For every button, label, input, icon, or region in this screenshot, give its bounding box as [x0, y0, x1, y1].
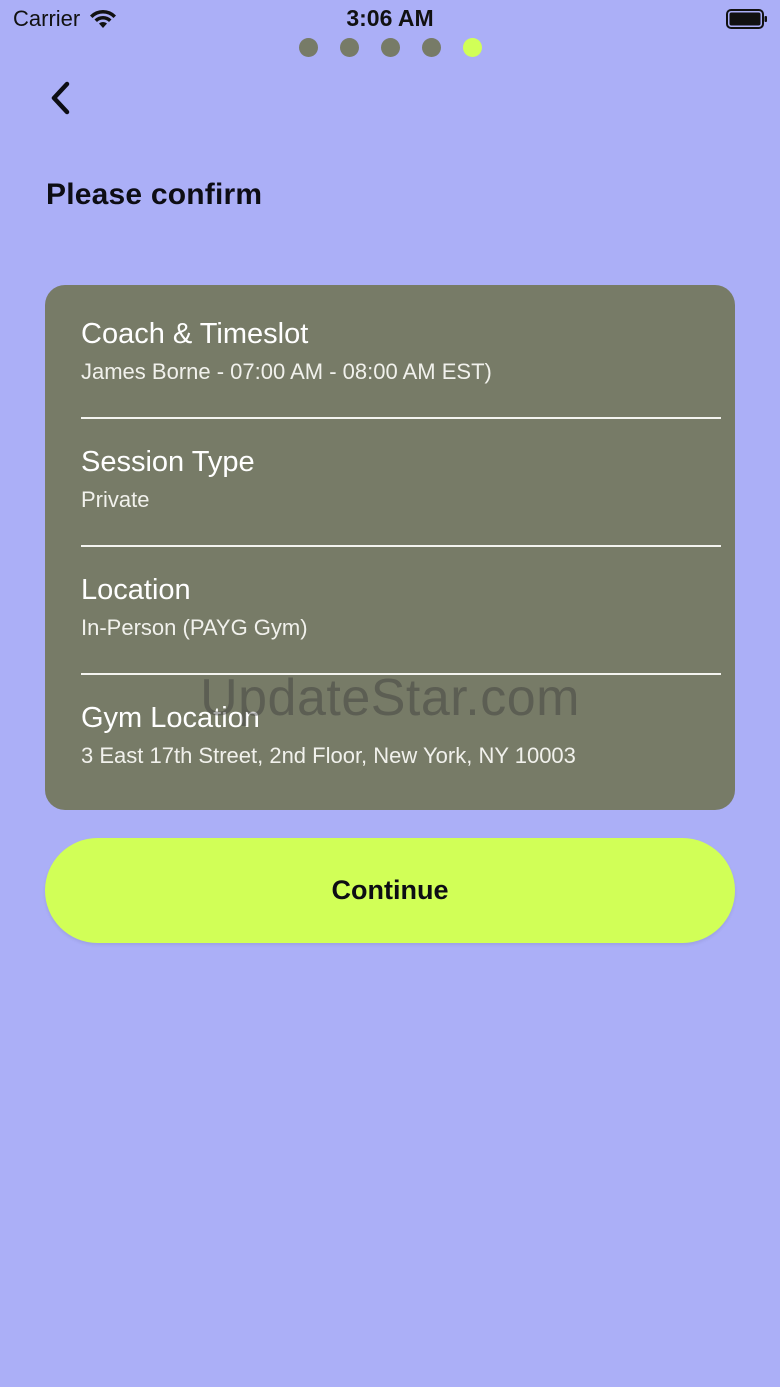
summary-item-label: Coach & Timeslot: [81, 318, 309, 350]
summary-item-gym-location: Gym Location 3 East 17th Street, 2nd Flo…: [81, 701, 721, 769]
step-dot-active: [462, 38, 482, 57]
summary-item-location: Location In-Person (PAYG Gym): [81, 573, 721, 641]
step-dot: [298, 38, 318, 57]
confirmation-card: Coach & Timeslot James Borne - 07:00 AM …: [45, 285, 735, 810]
step-dot: [339, 38, 359, 57]
chevron-left-icon: [51, 81, 70, 115]
battery-icon: [726, 9, 768, 29]
summary-item-label: Session Type: [81, 446, 255, 478]
step-dot: [421, 38, 441, 57]
summary-item-label: Location: [81, 574, 191, 606]
summary-item-value: Private: [81, 487, 150, 512]
step-dot: [380, 38, 400, 57]
divider: [81, 673, 721, 675]
summary-item-coach-timeslot: Coach & Timeslot James Borne - 07:00 AM …: [81, 317, 721, 385]
back-button[interactable]: [40, 76, 80, 120]
status-time: 3:06 AM: [346, 5, 434, 31]
divider: [81, 545, 721, 547]
summary-item-value: 3 East 17th Street, 2nd Floor, New York,…: [81, 743, 576, 768]
summary-item-value: James Borne - 07:00 AM - 08:00 AM EST): [81, 359, 492, 384]
continue-button[interactable]: Continue: [45, 838, 735, 943]
status-bar: Carrier 3:06 AM: [0, 0, 780, 40]
page-title: Please confirm: [46, 178, 263, 211]
summary-item-value: In-Person (PAYG Gym): [81, 615, 308, 640]
divider: [81, 417, 721, 419]
step-indicator: [0, 38, 780, 57]
summary-item-session-type: Session Type Private: [81, 445, 721, 513]
summary-item-label: Gym Location: [81, 702, 260, 734]
